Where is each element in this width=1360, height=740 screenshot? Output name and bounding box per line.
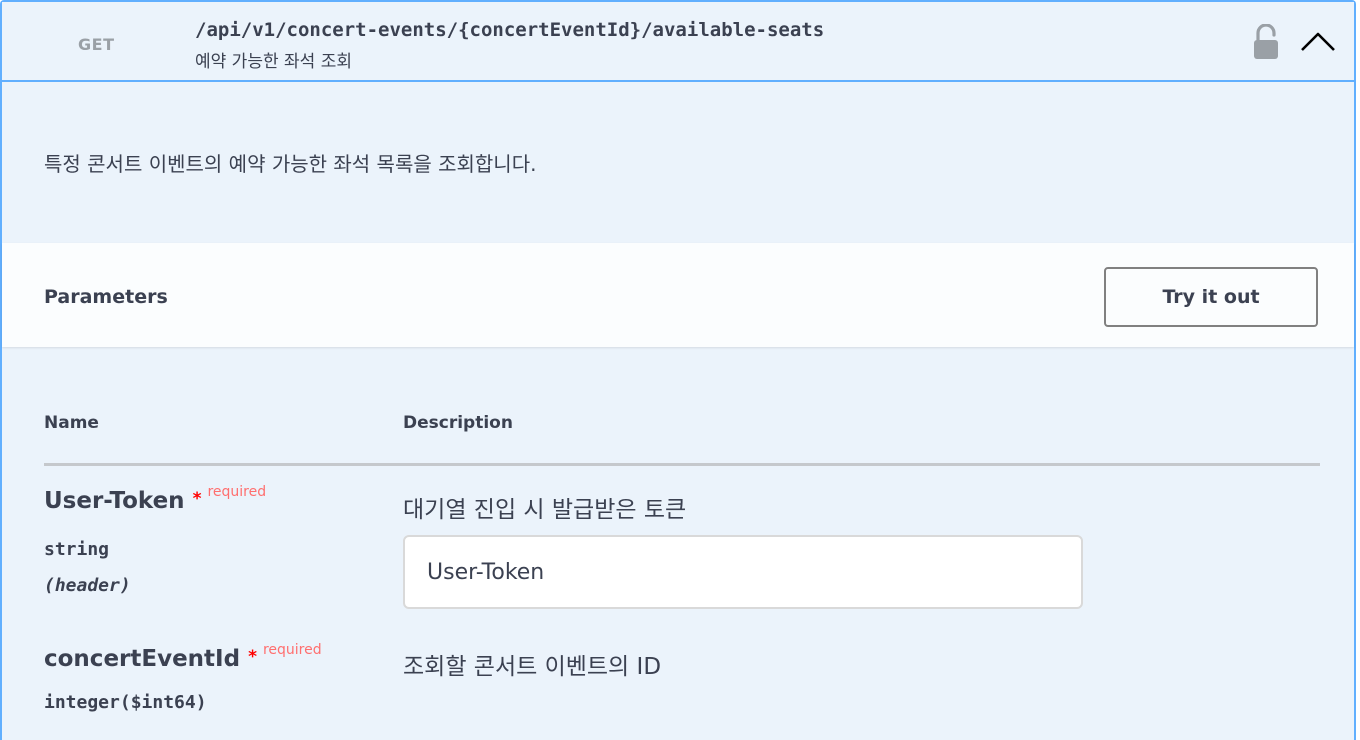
endpoint-path: /api/v1/concert-events/{concertEventId}/… xyxy=(195,19,825,41)
param-location: (header) xyxy=(44,575,131,596)
param-name-concert-event-id: concertEventId * required xyxy=(44,642,322,672)
operation-summary-text: 예약 가능한 좌석 조회 xyxy=(195,52,352,72)
param-description: 조회할 콘서트 이벤트의 ID xyxy=(403,654,662,680)
column-header-name: Name xyxy=(44,413,99,433)
required-label: required xyxy=(262,642,322,658)
required-star: * xyxy=(248,647,257,667)
operation-summary[interactable]: GET /api/v1/concert-events/{concertEvent… xyxy=(2,2,1354,82)
param-description: 대기열 진입 시 발급받은 토큰 xyxy=(403,497,687,523)
column-header-description: Description xyxy=(403,413,513,433)
table-header-divider xyxy=(44,463,1320,466)
param-type: string xyxy=(44,539,110,560)
parameters-title: Parameters xyxy=(44,286,168,308)
parameters-section-header: Parameters Try it out xyxy=(2,243,1354,347)
operation-block: GET /api/v1/concert-events/{concertEvent… xyxy=(0,0,1356,740)
param-name-text: concertEventId xyxy=(44,646,241,672)
user-token-input[interactable] xyxy=(403,535,1083,609)
required-star: * xyxy=(192,489,202,509)
chevron-up-icon[interactable] xyxy=(1299,26,1337,56)
param-name-user-token: User-Token * required xyxy=(44,484,266,514)
http-method-badge: GET xyxy=(78,35,115,54)
operation-description: 특정 콘서트 이벤트의 예약 가능한 좌석 목록을 조회합니다. xyxy=(44,152,537,176)
required-label: required xyxy=(207,484,267,500)
unlocked-padlock-icon[interactable] xyxy=(1253,24,1279,60)
param-type: integer($int64) xyxy=(44,692,207,713)
param-name-text: User-Token xyxy=(44,488,185,514)
try-it-out-button[interactable]: Try it out xyxy=(1104,267,1318,327)
